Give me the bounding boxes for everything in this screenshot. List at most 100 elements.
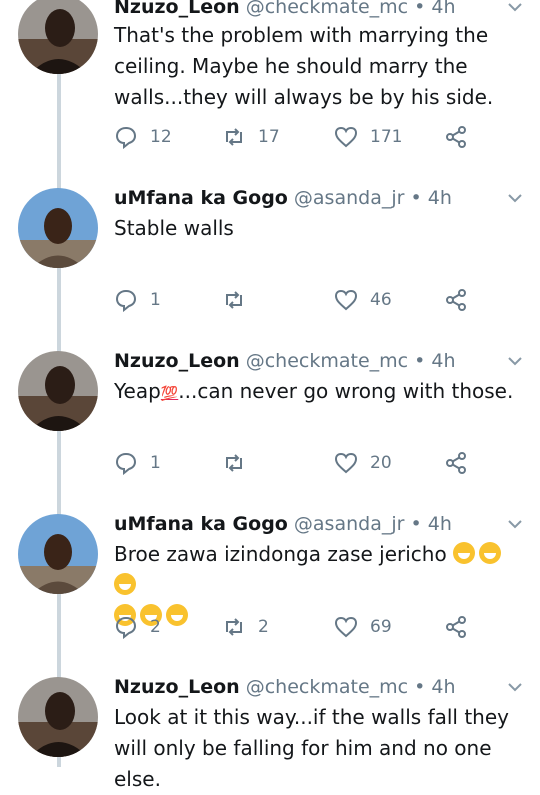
reply-button[interactable]: 12 <box>114 122 172 152</box>
display-name[interactable]: uMfana ka Gogo <box>114 513 288 535</box>
retweet-button[interactable] <box>222 448 258 478</box>
like-count: 171 <box>370 127 403 147</box>
heart-icon <box>334 616 358 638</box>
reply-count: 2 <box>150 617 161 637</box>
tweet-time: 4h <box>427 187 452 209</box>
avatar[interactable] <box>18 188 98 268</box>
separator-dot: • <box>410 513 422 535</box>
tweet-line: Look at it this way...if the walls fall … <box>114 705 509 729</box>
tweet-line: walls...they will always be by his side. <box>114 85 494 109</box>
chevron-down-icon[interactable] <box>506 0 524 16</box>
retweet-button[interactable]: 17 <box>222 122 280 152</box>
tweet-time: 4h <box>427 513 452 535</box>
chevron-down-icon[interactable] <box>506 678 524 696</box>
reply-icon <box>115 126 137 149</box>
user-handle[interactable]: @checkmate_mc <box>246 0 408 18</box>
reply-button[interactable]: 1 <box>114 285 161 315</box>
tweet-header: Nzuzo_Leon @checkmate_mc • 4h <box>114 674 500 700</box>
share-icon <box>446 616 466 638</box>
like-button[interactable]: 171 <box>334 122 402 152</box>
user-handle[interactable]: @checkmate_mc <box>246 676 408 698</box>
display-name[interactable]: uMfana ka Gogo <box>114 187 288 209</box>
reply-button[interactable]: 2 <box>114 612 161 642</box>
tweet-text: That's the problem with marrying the cei… <box>114 20 530 113</box>
grinning-squinting-face-icon <box>479 542 502 564</box>
tweet-line-text: ...can never go wrong with those. <box>178 379 514 403</box>
like-button[interactable]: 69 <box>334 612 392 642</box>
retweet-icon <box>226 618 242 636</box>
reply-icon <box>115 452 137 475</box>
grinning-squinting-face-icon <box>114 573 136 595</box>
tweet-text: Look at it this way...if the walls fall … <box>114 702 530 795</box>
tweet-actions: 2 2 69 <box>114 612 480 642</box>
tweet-line-text: Broe zawa izindonga zase jericho <box>114 542 447 566</box>
user-handle[interactable]: @asanda_jr <box>294 513 405 535</box>
reply-count: 1 <box>150 453 161 473</box>
display-name[interactable]: Nzuzo_Leon <box>114 0 240 18</box>
share-button[interactable] <box>444 122 480 152</box>
retweet-button[interactable] <box>222 285 258 315</box>
retweet-count: 17 <box>258 127 280 147</box>
separator-dot: • <box>410 187 422 209</box>
chevron-down-icon[interactable] <box>506 515 524 533</box>
tweet-line-text: Yeap <box>114 379 161 403</box>
separator-dot: • <box>414 350 426 372</box>
avatar[interactable] <box>18 0 98 74</box>
tweet[interactable]: uMfana ka Gogo @asanda_jr • 4h Stable wa… <box>0 185 540 340</box>
reply-count: 12 <box>150 127 172 147</box>
separator-dot: • <box>414 0 426 18</box>
tweet-line: Yeap💯...can never go wrong with those. <box>114 376 530 410</box>
chevron-down-icon[interactable] <box>506 189 524 207</box>
tweet-line: Stable walls <box>114 216 234 240</box>
tweet-header: Nzuzo_Leon @checkmate_mc • 4h <box>114 348 500 374</box>
avatar[interactable] <box>18 514 98 594</box>
like-button[interactable]: 46 <box>334 285 392 315</box>
share-icon <box>446 126 466 148</box>
tweet-line: will only be falling for him and no one … <box>114 736 492 791</box>
avatar[interactable] <box>18 677 98 757</box>
tweet-time: 4h <box>431 676 456 698</box>
share-icon <box>446 289 466 311</box>
avatar[interactable] <box>18 351 98 431</box>
retweet-button[interactable]: 2 <box>222 612 269 642</box>
tweet-header: uMfana ka Gogo @asanda_jr • 4h <box>114 185 500 211</box>
tweet-actions: 12 17 171 <box>114 122 480 152</box>
tweet-line: ceiling. Maybe he should marry the <box>114 54 468 78</box>
heart-icon <box>334 452 358 474</box>
reply-icon <box>115 289 137 312</box>
share-button[interactable] <box>444 448 480 478</box>
user-handle[interactable]: @asanda_jr <box>294 187 405 209</box>
grinning-squinting-face-icon <box>453 542 476 564</box>
user-handle[interactable]: @checkmate_mc <box>246 350 408 372</box>
tweet-actions: 1 46 <box>114 285 480 315</box>
share-button[interactable] <box>444 285 480 315</box>
reply-count: 1 <box>150 290 161 310</box>
tweet[interactable]: Nzuzo_Leon @checkmate_mc • 4h Look at it… <box>0 674 540 791</box>
reply-button[interactable]: 1 <box>114 448 161 478</box>
like-count: 20 <box>370 453 392 473</box>
like-count: 46 <box>370 290 392 310</box>
retweet-count: 2 <box>258 617 269 637</box>
tweet-text: Stable walls <box>114 213 530 244</box>
heart-icon <box>334 126 358 148</box>
tweet-header: Nzuzo_Leon @checkmate_mc • 4h <box>114 0 500 20</box>
display-name[interactable]: Nzuzo_Leon <box>114 676 240 698</box>
chevron-down-icon[interactable] <box>506 352 524 370</box>
separator-dot: • <box>414 676 426 698</box>
tweet-line: That's the problem with marrying the <box>114 23 489 47</box>
like-button[interactable]: 20 <box>334 448 392 478</box>
hundred-points-emoji: 💯 <box>160 386 179 402</box>
tweet-line: Broe zawa izindonga zase jericho <box>114 539 530 601</box>
share-button[interactable] <box>444 612 480 642</box>
tweet[interactable]: uMfana ka Gogo @asanda_jr • 4h Broe zawa… <box>0 511 540 671</box>
tweet-time: 4h <box>431 350 456 372</box>
reply-icon <box>115 616 137 639</box>
like-count: 69 <box>370 617 392 637</box>
tweet[interactable]: Nzuzo_Leon @checkmate_mc • 4h Yeap💯...ca… <box>0 348 540 503</box>
display-name[interactable]: Nzuzo_Leon <box>114 350 240 372</box>
tweet-time: 4h <box>431 0 456 18</box>
retweet-icon <box>226 291 242 309</box>
tweet-text: Yeap💯...can never go wrong with those. <box>114 376 530 410</box>
retweet-icon <box>226 454 242 472</box>
tweet[interactable]: Nzuzo_Leon @checkmate_mc • 4h That's the… <box>0 0 540 169</box>
